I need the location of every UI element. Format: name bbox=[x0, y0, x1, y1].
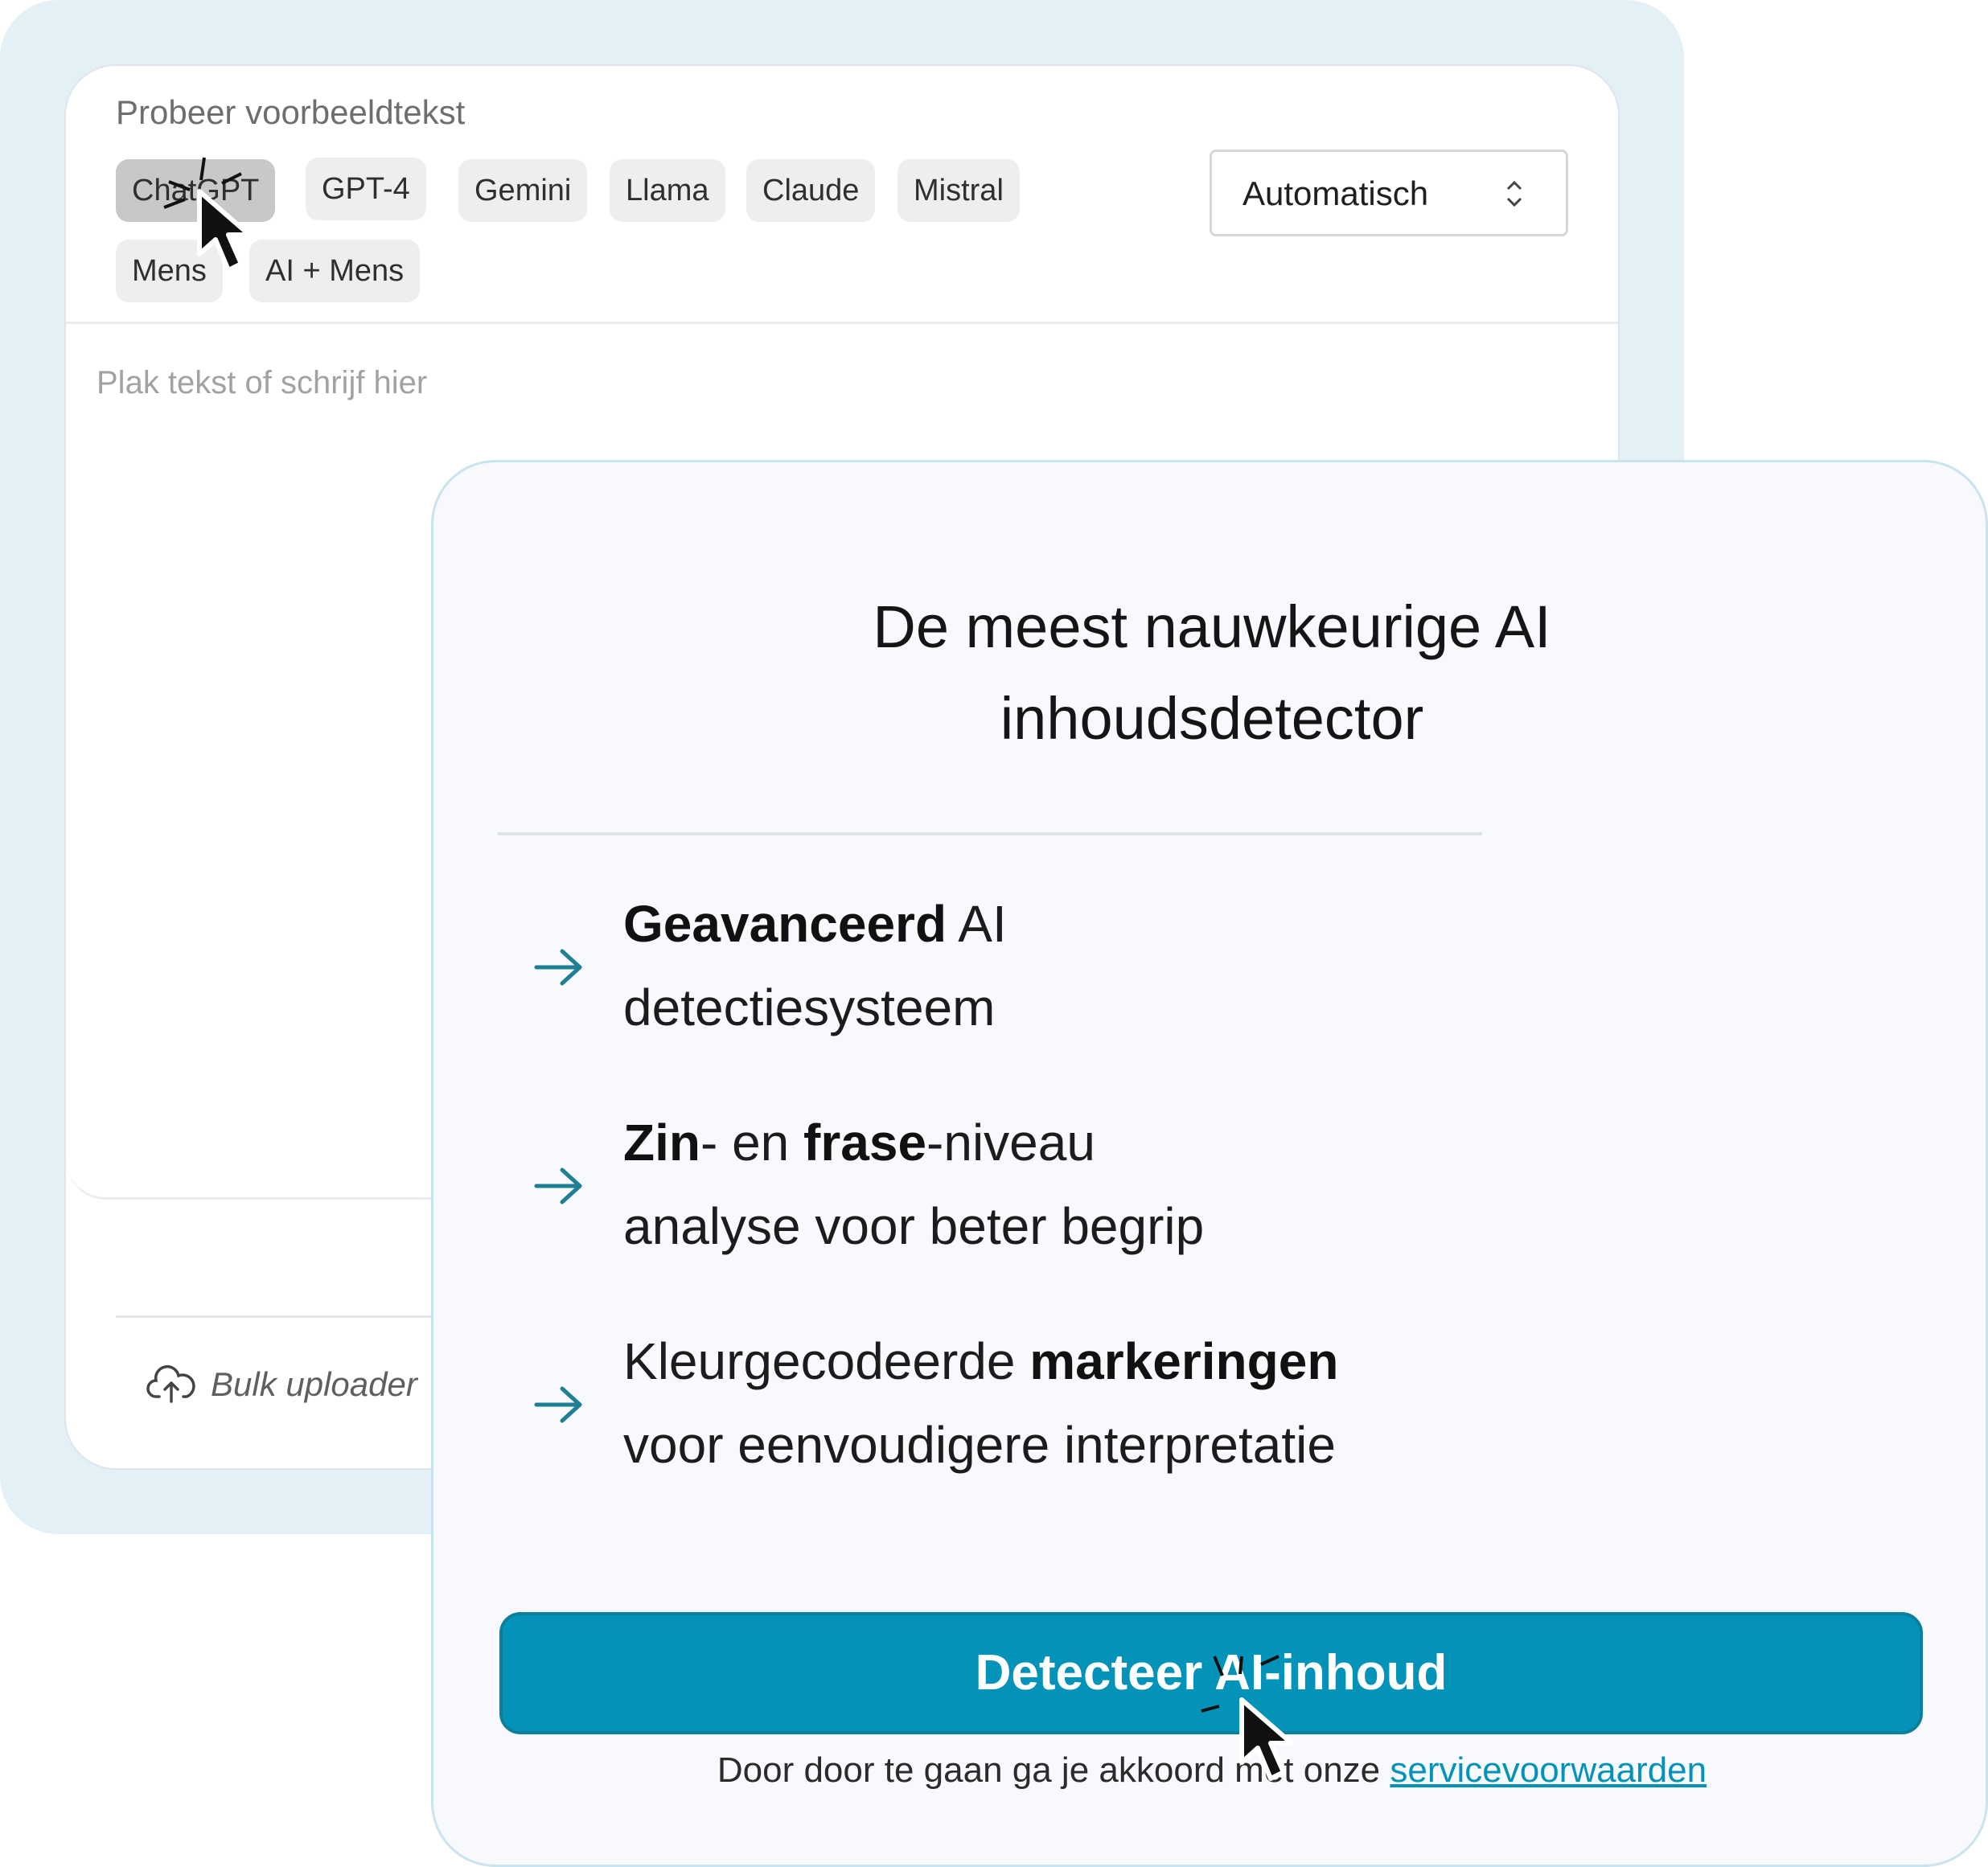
cursor-icon bbox=[163, 157, 252, 273]
feature-bold: markeringen bbox=[1029, 1332, 1339, 1390]
promo-divider bbox=[498, 832, 1482, 835]
language-select-value: Automatisch bbox=[1242, 174, 1429, 212]
headline-line-1: De meest nauwkeurige AI bbox=[873, 593, 1551, 660]
chip-claude[interactable]: Claude bbox=[746, 159, 876, 222]
chip-llama[interactable]: Llama bbox=[610, 159, 725, 222]
language-select[interactable]: Automatisch bbox=[1210, 150, 1568, 236]
chip-gemini[interactable]: Gemini bbox=[458, 159, 588, 222]
chip-mistral[interactable]: Mistral bbox=[897, 159, 1020, 222]
arrow-right-icon bbox=[534, 1386, 582, 1423]
feature-line2: voor eenvoudigere interpretatie bbox=[623, 1416, 1336, 1474]
feature-span: Kleurgecodeerde bbox=[623, 1332, 1030, 1390]
feature-line2: analyse voor beter begrip bbox=[623, 1197, 1205, 1255]
chevron-updown-icon bbox=[1506, 180, 1522, 207]
promo-headline: De meest nauwkeurige AI inhoudsdetector bbox=[433, 581, 1988, 765]
text-input[interactable]: Plak tekst of schrijf hier bbox=[97, 365, 427, 401]
arrow-right-icon bbox=[534, 949, 582, 986]
feature-line2: detectiesysteem bbox=[623, 979, 996, 1036]
feature-bold: Zin bbox=[623, 1114, 700, 1171]
feature-span: -niveau bbox=[926, 1114, 1095, 1171]
feature-bold: frase bbox=[803, 1114, 927, 1171]
headline-line-2: inhoudsdetector bbox=[1000, 685, 1424, 752]
feature-text: Kleurgecodeerde markeringen voor eenvoud… bbox=[623, 1319, 1338, 1487]
bulk-uploader-label: Bulk uploader bbox=[211, 1365, 417, 1403]
sample-text-label: Probeer voorbeeldtekst bbox=[116, 93, 466, 131]
chip-gpt4[interactable]: GPT-4 bbox=[306, 158, 426, 220]
arrow-right-icon bbox=[534, 1167, 582, 1204]
feature-bold: Geavanceerd bbox=[623, 895, 947, 953]
terms-link[interactable]: servicevoorwaarden bbox=[1390, 1750, 1707, 1790]
feature-text: Zin- en frase-niveau analyse voor beter … bbox=[623, 1101, 1204, 1268]
card-divider bbox=[66, 322, 1618, 324]
cloud-upload-icon bbox=[146, 1365, 195, 1403]
feature-span: - en bbox=[700, 1114, 804, 1171]
feature-text: Geavanceerd AI detectiesysteem bbox=[623, 882, 1007, 1049]
chip-ai-mens[interactable]: AI + Mens bbox=[249, 240, 421, 302]
cursor-icon bbox=[1201, 1655, 1294, 1781]
bulk-uploader-button[interactable]: Bulk uploader bbox=[146, 1360, 417, 1409]
feature-span: AI bbox=[947, 895, 1007, 953]
